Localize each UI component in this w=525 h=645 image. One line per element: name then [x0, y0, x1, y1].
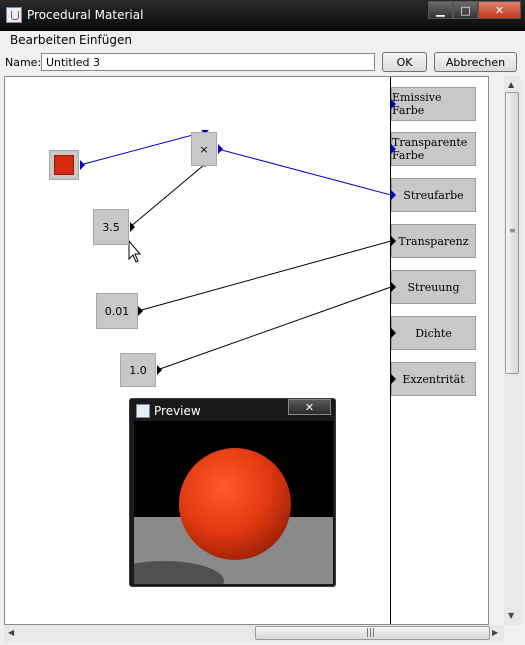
- vertical-scroll-thumb[interactable]: ≡: [505, 92, 519, 374]
- transparente-input-port: [391, 144, 396, 154]
- emissive-input-port: [391, 99, 396, 109]
- scroll-down-arrow-icon[interactable]: ▼: [508, 611, 514, 620]
- horizontal-scroll-thumb[interactable]: |||: [255, 626, 490, 640]
- exzentritaet-input-port: [391, 374, 396, 384]
- name-label: Name:: [5, 56, 42, 69]
- preview-close-button[interactable]: ✕: [288, 399, 331, 415]
- name-toolbar: Name: OK Abbrechen: [0, 50, 525, 75]
- render-sphere: [179, 448, 291, 560]
- streuung-input-port: [391, 282, 396, 292]
- streufarbe-input-port: [391, 190, 396, 200]
- maximize-button[interactable]: □: [453, 1, 478, 19]
- ok-button[interactable]: OK: [382, 52, 427, 72]
- transparenz-input-port: [391, 236, 396, 246]
- scroll-right-arrow-icon[interactable]: ▶: [492, 628, 498, 637]
- scroll-up-arrow-icon[interactable]: ▲: [508, 80, 514, 89]
- window-title: Procedural Material: [27, 8, 144, 22]
- menu-bar: Bearbeiten Einfügen: [0, 31, 525, 50]
- menu-einfuegen[interactable]: Einfügen: [79, 33, 132, 47]
- preview-title: Preview: [154, 404, 201, 418]
- minimize-button[interactable]: ▁: [428, 1, 453, 19]
- menu-bearbeiten[interactable]: Bearbeiten: [10, 33, 76, 47]
- grip-icon: |||: [366, 628, 376, 638]
- window-controls: ▁ □ ✕: [428, 1, 521, 19]
- java-app-icon: [136, 404, 150, 418]
- procedural-material-window: Procedural Material ▁ □ ✕ Bearbeiten Ein…: [0, 0, 525, 645]
- dichte-input-port: [391, 328, 396, 338]
- grip-icon: ≡: [509, 226, 516, 235]
- scroll-left-arrow-icon[interactable]: ◀: [8, 628, 14, 637]
- cancel-button[interactable]: Abbrechen: [434, 52, 517, 72]
- java-app-icon: [6, 7, 22, 23]
- preview-window[interactable]: Preview ✕: [129, 398, 336, 587]
- horizontal-scrollbar[interactable]: ◀ ||| ▶: [4, 625, 504, 642]
- close-button[interactable]: ✕: [478, 1, 521, 19]
- title-bar[interactable]: Procedural Material ▁ □ ✕: [0, 0, 525, 31]
- name-field[interactable]: [41, 53, 375, 71]
- vertical-scrollbar[interactable]: ▲ ≡ ▼: [504, 76, 521, 625]
- preview-render: [134, 421, 333, 584]
